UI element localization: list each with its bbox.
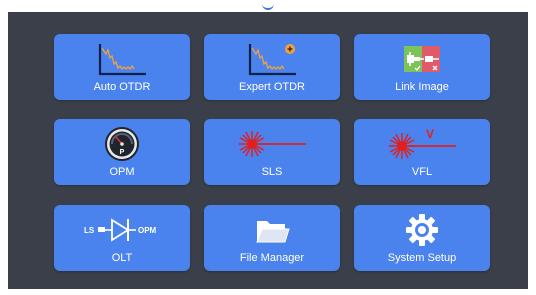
tile-label: OPM (109, 166, 135, 178)
gear-icon (354, 211, 490, 249)
tile-label: Expert OTDR (238, 81, 305, 93)
tile-opm[interactable]: P OPM (54, 119, 190, 185)
power-meter-gauge-icon: P (54, 125, 190, 163)
tile-label: Auto OTDR (93, 81, 151, 93)
gauge-letter: P (120, 149, 125, 156)
top-indicator-mark (262, 2, 274, 10)
link-connector-icon (354, 40, 490, 78)
tile-auto-otdr[interactable]: Auto OTDR (54, 34, 190, 100)
tile-expert-otdr[interactable]: Expert OTDR (204, 34, 340, 100)
folder-icon (204, 211, 340, 249)
tile-system-setup[interactable]: System Setup (354, 205, 490, 271)
tile-label: SLS (261, 166, 283, 178)
tile-sls[interactable]: SLS (204, 119, 340, 185)
tile-label: Link Image (395, 81, 449, 93)
vfl-mark: V (426, 127, 434, 141)
tile-olt[interactable]: LS OPM OLT (54, 205, 190, 271)
tile-file-manager[interactable]: File Manager (204, 205, 340, 271)
visual-fault-locator-icon: V (354, 125, 490, 163)
main-menu-screen: Auto OTDR Expert OTDR Link Image P OPM S… (8, 12, 528, 289)
tile-label: OLT (111, 252, 133, 264)
tile-link-image[interactable]: Link Image (354, 34, 490, 100)
olt-ls-text: LS (84, 226, 95, 235)
olt-opm-text: OPM (138, 226, 157, 235)
tile-label: File Manager (239, 252, 305, 264)
tile-label: System Setup (387, 252, 457, 264)
tile-vfl[interactable]: V VFL (354, 119, 490, 185)
otdr-trace-plus-icon (204, 40, 340, 78)
laser-source-icon (204, 125, 340, 163)
tile-label: VFL (411, 166, 433, 178)
top-status-bar (0, 0, 536, 12)
diode-olt-icon: LS OPM (54, 211, 190, 249)
otdr-trace-icon (54, 40, 190, 78)
